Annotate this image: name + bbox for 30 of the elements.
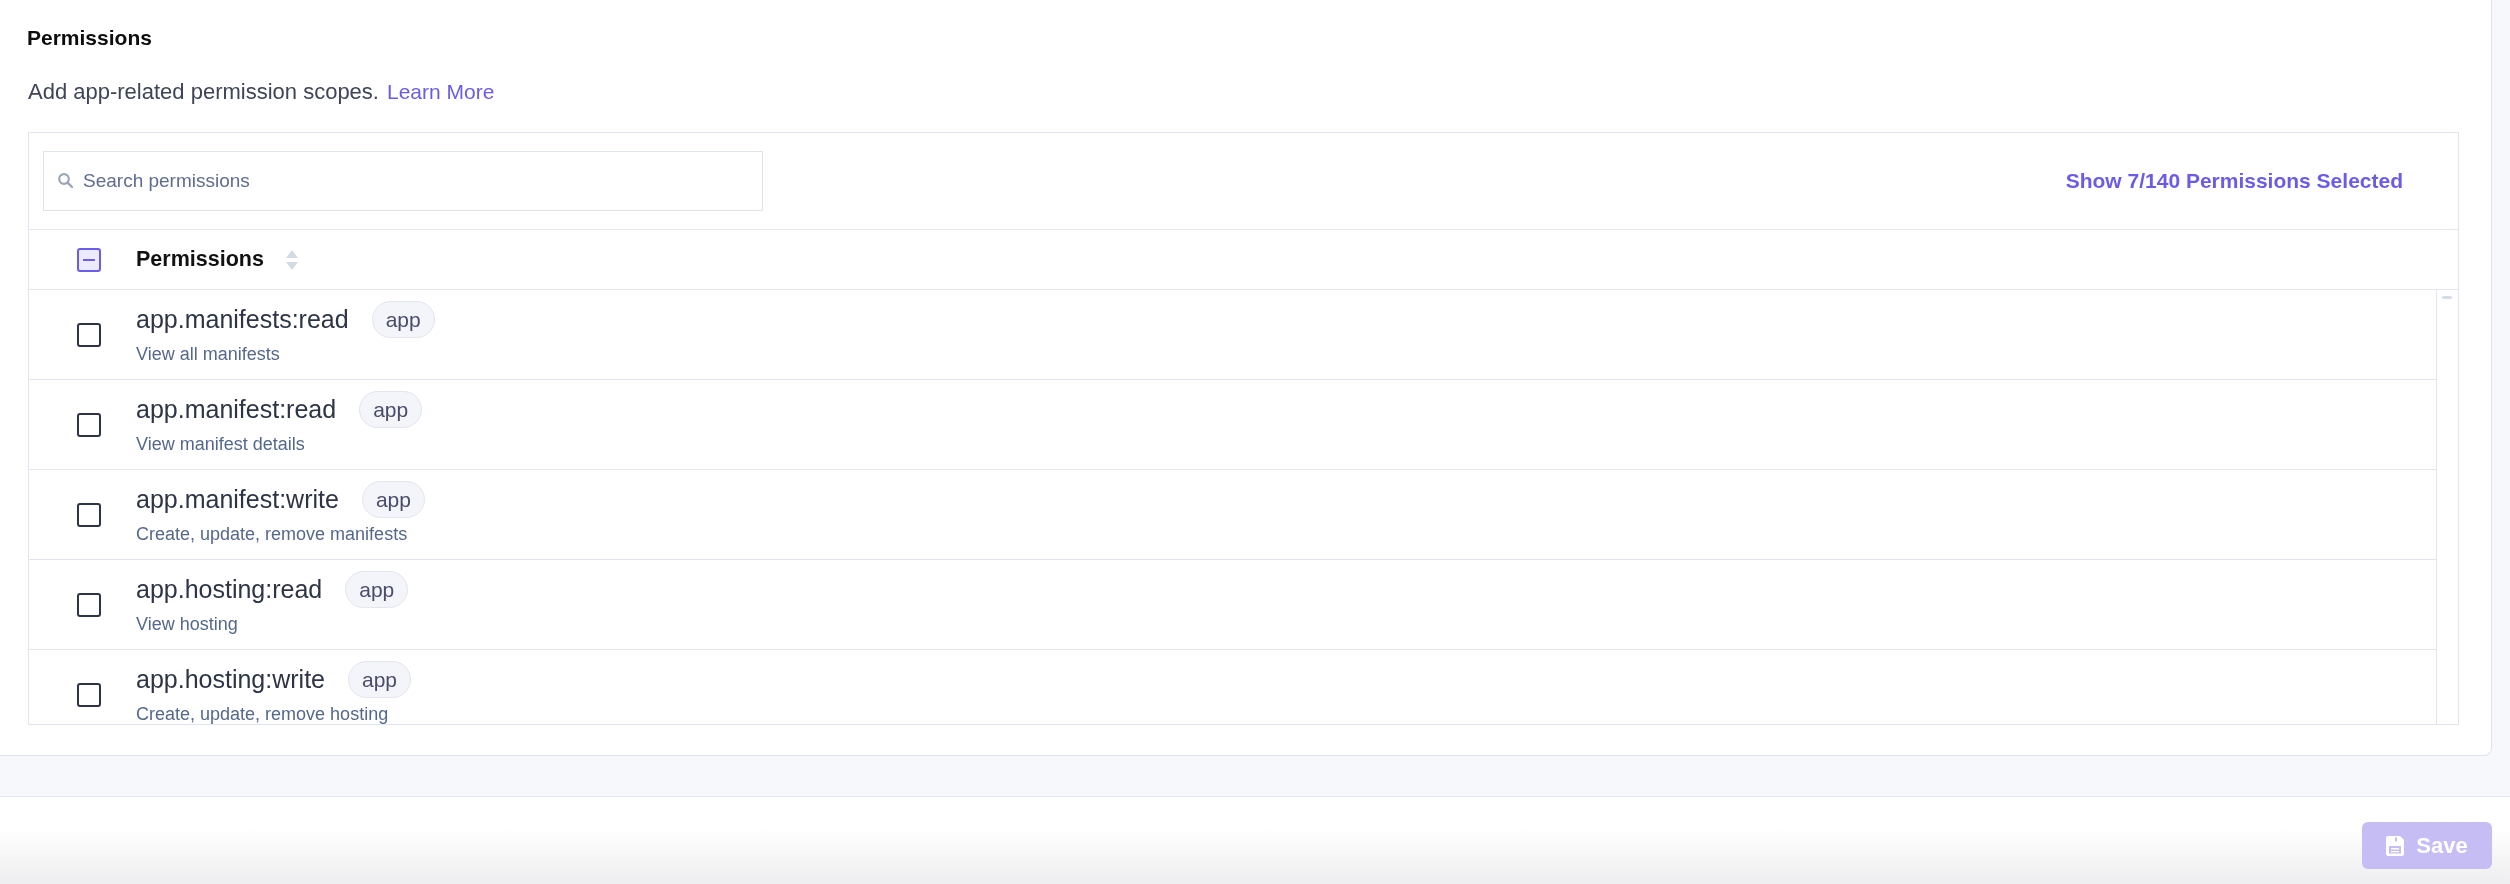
- section-title: Permissions: [27, 26, 152, 50]
- checkbox[interactable]: [77, 593, 101, 617]
- permission-description: Create, update, remove hosting: [136, 704, 390, 724]
- scrollbar-thumb[interactable]: [2442, 296, 2452, 299]
- checkbox[interactable]: [77, 323, 101, 347]
- scope-tag: app: [359, 391, 423, 428]
- scope-tag: app: [345, 571, 409, 608]
- permission-name: app.manifest:write: [136, 485, 339, 514]
- permission-name: app.manifests:read: [136, 305, 349, 334]
- permission-description: Create, update, remove manifests: [136, 524, 409, 544]
- section-description: Add app-related permission scopes.: [28, 79, 379, 105]
- save-icon: [2386, 835, 2405, 856]
- checkbox[interactable]: [77, 503, 101, 527]
- checkbox[interactable]: [77, 247, 101, 272]
- search-icon: [58, 173, 73, 188]
- permission-name: app.hosting:read: [136, 575, 323, 604]
- scope-tag: app: [361, 481, 425, 518]
- checkbox[interactable]: [77, 683, 101, 707]
- permission-name: app.hosting:write: [136, 665, 325, 694]
- permission-description: View all manifests: [136, 344, 281, 364]
- column-header: Permissions: [136, 247, 264, 272]
- selected-permissions-link[interactable]: Show 7/140 Permissions Selected: [2065, 169, 2403, 193]
- scope-tag: app: [348, 661, 412, 698]
- permission-description: View hosting: [136, 614, 239, 634]
- learn-more-link[interactable]: Learn More: [386, 80, 495, 104]
- scope-tag: app: [371, 301, 435, 338]
- search-field[interactable]: Search permissions: [43, 151, 763, 211]
- permission-description: View manifest details: [136, 434, 306, 454]
- checkbox[interactable]: [77, 413, 101, 437]
- permission-name: app.manifest:read: [136, 395, 337, 424]
